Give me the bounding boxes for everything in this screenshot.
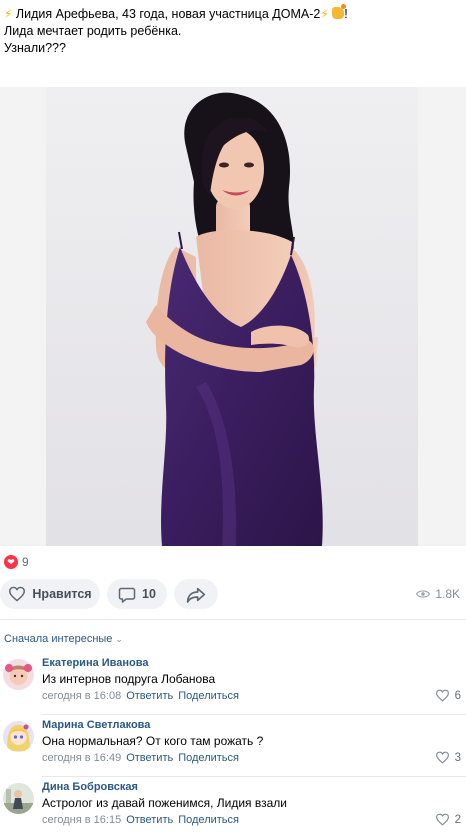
eye-icon — [416, 590, 431, 598]
woman-in-purple-dress-image — [146, 92, 323, 546]
comment-time[interactable]: сегодня в 16:49 — [42, 752, 121, 764]
comment-icon — [118, 587, 136, 603]
post-title: Лидия Арефьева, 43 года, новая участница… — [15, 7, 321, 21]
comment-time[interactable]: сегодня в 16:15 — [42, 814, 121, 826]
avatar[interactable] — [3, 659, 34, 690]
heart-outline-icon — [435, 813, 449, 826]
comment-author[interactable]: Дина Бобровская — [42, 781, 138, 793]
heart-outline-icon — [9, 586, 26, 602]
avatar[interactable] — [3, 783, 34, 814]
avatar[interactable] — [3, 721, 34, 752]
sort-label: Сначала интересные — [4, 633, 113, 645]
comment-text: Астролог из давай поженимся, Лидия взали — [42, 796, 287, 810]
heart-icon: ❤ — [4, 555, 18, 569]
comment-author[interactable]: Екатерина Иванова — [42, 657, 149, 669]
reactions-summary[interactable]: ❤ 9 — [4, 555, 29, 569]
heart-outline-icon — [435, 689, 449, 702]
avatar-outdoor-image — [3, 783, 34, 814]
reply-button[interactable]: Ответить — [126, 752, 173, 764]
divider — [0, 619, 466, 620]
post-text: ⚡ Лидия Арефьева, 43 года, новая участни… — [4, 4, 464, 57]
comments-button[interactable]: 10 — [107, 579, 167, 609]
lightning-icon: ⚡ — [320, 7, 329, 21]
divider — [42, 714, 466, 715]
comment-like-count: 6 — [454, 689, 461, 702]
comment-text: Она нормальная? От кого там рожать ? — [42, 734, 264, 748]
comment-like-button[interactable]: 3 — [435, 751, 461, 764]
comment-time[interactable]: сегодня в 16:08 — [42, 690, 121, 702]
reply-button[interactable]: Ответить — [126, 814, 173, 826]
views-count: 1.8K — [435, 587, 460, 601]
heart-outline-icon — [435, 751, 449, 764]
comment-like-count: 2 — [454, 813, 461, 826]
share-comment-button[interactable]: Поделиться — [178, 690, 239, 702]
comments-count: 10 — [142, 587, 156, 601]
comment-item: Екатерина Иванова Из интернов подруга Ло… — [0, 657, 466, 715]
reactions-count: 9 — [22, 555, 29, 569]
share-comment-button[interactable]: Поделиться — [178, 752, 239, 764]
post-body-line-2: Узнали??? — [4, 41, 66, 55]
like-button[interactable]: Нравится — [0, 579, 100, 609]
avatar-child-image — [3, 659, 34, 690]
post-body-line-1: Лида мечтает родить ребёнка. — [4, 24, 182, 38]
comment-text: Из интернов подруга Лобанова — [42, 672, 216, 686]
comment-meta: сегодня в 16:49 Ответить Поделиться — [42, 752, 239, 764]
divider — [42, 776, 466, 777]
post-photo[interactable] — [46, 87, 418, 546]
share-button[interactable] — [174, 579, 218, 609]
comment-like-button[interactable]: 6 — [435, 689, 461, 702]
comment-item: Марина Светлакова Она нормальная? От ког… — [0, 719, 466, 777]
comment-meta: сегодня в 16:08 Ответить Поделиться — [42, 690, 239, 702]
post-title-line: ⚡ Лидия Арефьева, 43 года, новая участни… — [4, 4, 464, 23]
chevron-down-icon: ⌄ — [115, 633, 123, 644]
like-button-label: Нравится — [32, 587, 92, 601]
comment-meta: сегодня в 16:15 Ответить Поделиться — [42, 814, 239, 826]
share-comment-button[interactable]: Поделиться — [178, 814, 239, 826]
reply-button[interactable]: Ответить — [126, 690, 173, 702]
post-title-suffix: ! — [344, 7, 348, 21]
comments-sort-dropdown[interactable]: Сначала интересные ⌄ — [4, 633, 123, 645]
avatar-anime-image — [3, 721, 34, 752]
lightning-icon: ⚡ — [4, 7, 13, 21]
share-arrow-icon — [186, 587, 206, 603]
views-counter: 1.8K — [416, 587, 460, 601]
comment-author[interactable]: Марина Светлакова — [42, 719, 150, 731]
comment-like-button[interactable]: 2 — [435, 813, 461, 826]
waving-hand-icon — [332, 4, 347, 19]
post-actions: Нравится 10 1.8K — [0, 579, 466, 611]
comment-item: Дина Бобровская Астролог из давай пожени… — [0, 781, 466, 838]
comment-like-count: 3 — [454, 751, 461, 764]
post-photo-container[interactable] — [0, 87, 466, 546]
